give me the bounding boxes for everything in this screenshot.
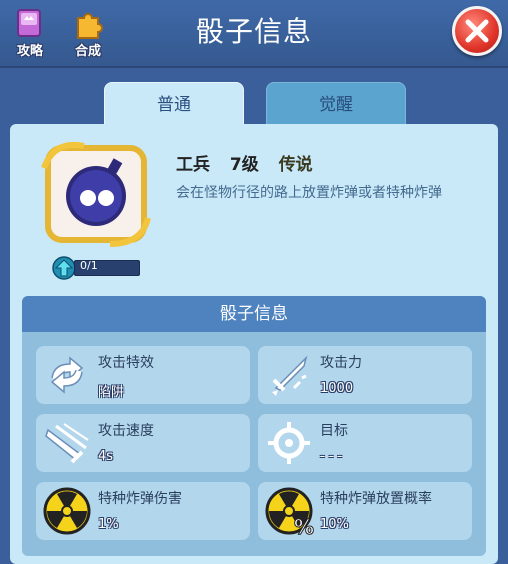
stat-card-bomb-chance: % 特种炸弹放置概率 10%: [258, 482, 472, 540]
dice-level: 7级: [229, 155, 259, 175]
radiation-icon: [43, 487, 91, 535]
stat-label: 攻击特效: [98, 355, 154, 371]
dice-title-line: 工兵 7级 传说: [176, 150, 327, 175]
stat-card-attack-power: 攻击力 1000: [258, 346, 472, 404]
stat-value: 陷阱: [98, 385, 125, 400]
upgrade-arrow-icon: [52, 256, 76, 280]
stats-title: 骰子信息: [22, 296, 486, 332]
stat-value: 1000: [320, 381, 354, 396]
tab-normal[interactable]: 普通: [104, 82, 244, 128]
tab-awaken[interactable]: 觉醒: [266, 82, 406, 128]
upgrade-progress: 0/1: [52, 256, 142, 280]
stat-card-attack-effect: 攻击特效 陷阱: [36, 346, 250, 404]
speed-slash-icon: [45, 423, 89, 464]
page-title: 骰子信息: [195, 15, 312, 48]
stat-card-bomb-damage: 特种炸弹伤害 1%: [36, 482, 250, 540]
radiation-percent-icon: %: [265, 487, 314, 536]
close-icon: [465, 19, 489, 43]
stat-label: 攻击力: [320, 355, 362, 371]
stat-label: 攻击速度: [98, 423, 154, 439]
stat-card-target: 目标 ---: [258, 414, 472, 472]
stat-card-attack-speed: 攻击速度 4s: [36, 414, 250, 472]
crosshair-icon: [268, 422, 310, 464]
dice-rarity: 传说: [278, 155, 313, 175]
close-button[interactable]: [452, 6, 502, 56]
progress-text: 0/1: [80, 259, 98, 272]
header-bar: 攻略 合成 骰子信息: [0, 0, 508, 68]
stat-value: 4s: [98, 449, 114, 464]
attack-sword-icon: [272, 355, 308, 396]
dice-bomb-icon: [40, 138, 152, 248]
dice-name: 工兵: [176, 155, 210, 175]
stat-value: 10%: [320, 517, 349, 532]
stat-value: 1%: [98, 517, 119, 532]
swap-arrows-icon: [50, 356, 84, 394]
stat-label: 特种炸弹伤害: [98, 491, 182, 507]
svg-text:%: %: [294, 515, 314, 536]
stat-label: 目标: [320, 423, 348, 439]
stat-value: ---: [320, 449, 347, 464]
dice-description: 会在怪物行径的路上放置炸弹或者特种炸弹: [176, 185, 442, 201]
stat-label: 特种炸弹放置概率: [320, 491, 432, 507]
